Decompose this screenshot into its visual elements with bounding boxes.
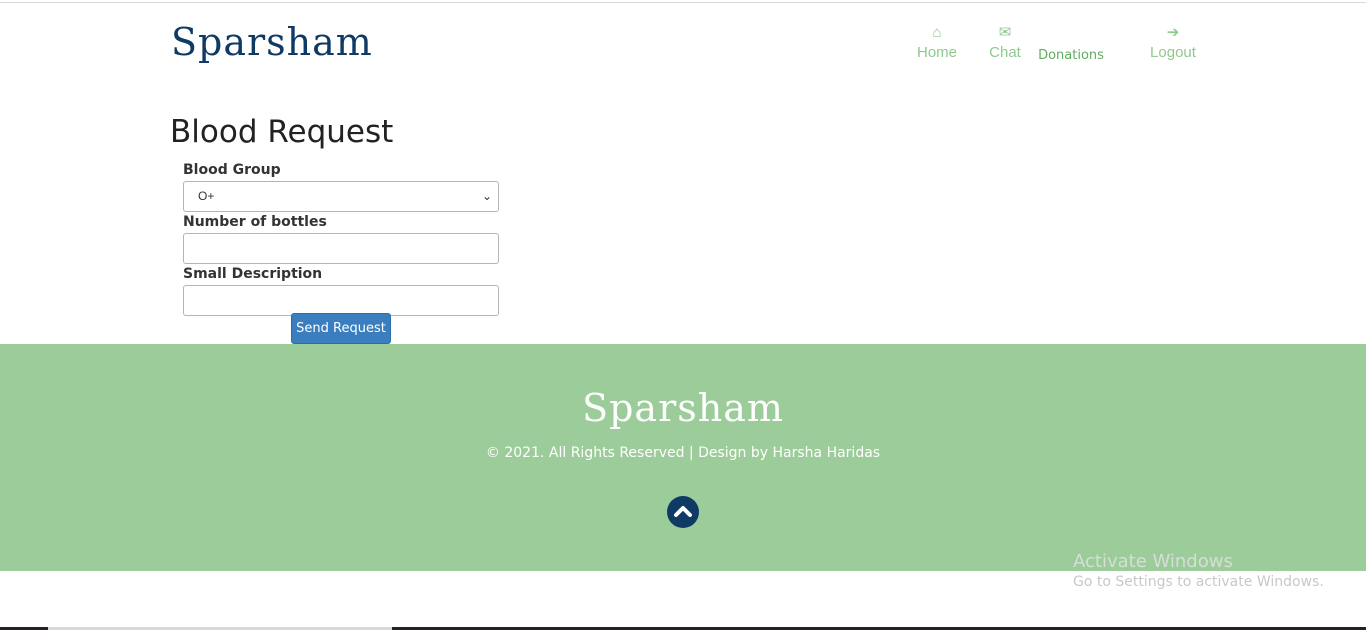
arrow-right-icon: ➔ <box>1166 24 1180 41</box>
bottles-label: Number of bottles <box>183 214 327 230</box>
nav-label-home: Home <box>916 44 957 61</box>
blood-group-value: O+ <box>198 189 215 203</box>
chevron-up-icon <box>674 506 692 517</box>
blood-group-label: Blood Group <box>183 162 281 178</box>
scroll-to-top-button[interactable] <box>667 496 699 528</box>
blood-request-form: Blood Group O+ ⌄ Number of bottles Small… <box>183 160 499 316</box>
nav-label-donations: Donations <box>1038 48 1104 63</box>
nav-item-logout[interactable]: ➔ Logout <box>1148 24 1198 61</box>
top-border <box>0 2 1366 3</box>
nav-item-donations[interactable]: Donations <box>1036 46 1106 63</box>
description-input[interactable] <box>183 285 499 316</box>
description-label: Small Description <box>183 266 323 282</box>
footer-copyright: © 2021. All Rights Reserved | Design by … <box>485 445 881 461</box>
chevron-down-icon: ⌄ <box>481 189 492 203</box>
nav-item-home[interactable]: ⌂ Home <box>916 24 958 61</box>
send-request-button[interactable]: Send Request <box>291 313 391 344</box>
watermark-title: Activate Windows <box>1073 551 1233 572</box>
bottles-input[interactable] <box>183 233 499 264</box>
envelope-icon: ✉ <box>998 24 1012 41</box>
windows-activation-watermark: Activate Windows Go to Settings to activ… <box>1073 551 1324 590</box>
nav-item-chat[interactable]: ✉ Chat <box>988 24 1022 61</box>
blood-group-select[interactable]: O+ ⌄ <box>183 181 499 212</box>
main-nav: ⌂ Home ✉ Chat Donations ➔ Logout <box>0 24 1366 64</box>
footer-logo: Sparsham <box>582 386 784 430</box>
watermark-subtitle: Go to Settings to activate Windows. <box>1073 574 1324 590</box>
site-footer: Sparsham © 2021. All Rights Reserved | D… <box>0 344 1366 571</box>
nav-label-logout: Logout <box>1150 44 1196 61</box>
home-icon: ⌂ <box>932 24 942 41</box>
page-title: Blood Request <box>170 114 394 150</box>
nav-label-chat: Chat <box>989 44 1021 61</box>
